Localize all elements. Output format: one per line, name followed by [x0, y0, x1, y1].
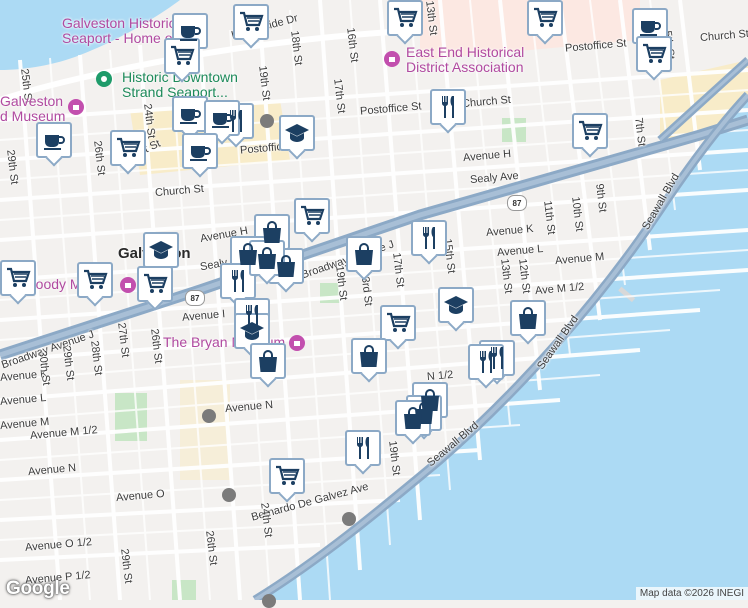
coffee-icon: [176, 100, 204, 128]
cart-icon: [384, 309, 412, 337]
coffee-icon: [208, 104, 236, 132]
grocery-pin[interactable]: [110, 130, 146, 166]
fork-knife-icon: [224, 267, 252, 295]
shopping-pin[interactable]: [351, 338, 387, 374]
school-pin[interactable]: [279, 115, 315, 151]
cafe-pin[interactable]: [632, 8, 668, 44]
restaurant-pin[interactable]: [468, 344, 504, 380]
coffee-icon: [176, 17, 204, 45]
bag-icon: [258, 218, 286, 246]
grocery-pin[interactable]: [137, 266, 173, 302]
cafe-pin[interactable]: [172, 96, 208, 132]
restaurant-pin[interactable]: [411, 220, 447, 256]
shopping-pin[interactable]: [250, 343, 286, 379]
fork-knife-icon: [415, 224, 443, 252]
bag-icon: [514, 304, 542, 332]
restaurant-pin[interactable]: [430, 89, 466, 125]
bag-icon: [253, 244, 281, 272]
school-pin[interactable]: [143, 232, 179, 268]
coffee-icon: [186, 137, 214, 165]
grocery-pin[interactable]: [387, 0, 423, 36]
coffee-icon: [636, 12, 664, 40]
cart-icon: [4, 264, 32, 292]
shopping-pin[interactable]: [249, 240, 285, 276]
school-icon: [238, 317, 266, 345]
bus-stop-icon[interactable]: [222, 488, 236, 502]
grocery-pin[interactable]: [527, 0, 563, 36]
cart-icon: [141, 270, 169, 298]
grocery-pin[interactable]: [233, 4, 269, 40]
grocery-pin[interactable]: [77, 262, 113, 298]
downtown-poi-icon[interactable]: [96, 71, 112, 87]
cart-icon: [531, 4, 559, 32]
museum-icon[interactable]: [120, 277, 136, 293]
hwy-87-shield: 87: [185, 290, 205, 306]
shopping-pin[interactable]: [346, 236, 382, 272]
school-pin[interactable]: [234, 313, 270, 349]
cart-icon: [114, 134, 142, 162]
map-canvas[interactable]: [0, 0, 748, 600]
grocery-pin[interactable]: [636, 36, 672, 72]
grocery-pin[interactable]: [294, 198, 330, 234]
cart-icon: [298, 202, 326, 230]
bag-icon: [399, 404, 427, 432]
grocery-pin[interactable]: [269, 458, 305, 494]
fork-knife-icon: [434, 93, 462, 121]
grocery-pin[interactable]: [164, 38, 200, 74]
cart-icon: [237, 8, 265, 36]
cafe-pin[interactable]: [182, 133, 218, 169]
cart-icon: [640, 40, 668, 68]
google-logo: Google: [6, 578, 70, 599]
restaurant-pin[interactable]: [345, 430, 381, 466]
bus-stop-icon[interactable]: [202, 409, 216, 423]
bus-stop-icon[interactable]: [342, 512, 356, 526]
map-attribution[interactable]: Map data ©2026 INEGI: [635, 587, 748, 600]
shopping-pin[interactable]: [510, 300, 546, 336]
museum-icon[interactable]: [384, 51, 400, 67]
school-icon: [147, 236, 175, 264]
fork-knife-icon: [472, 348, 500, 376]
cafe-pin[interactable]: [204, 100, 240, 136]
grocery-pin[interactable]: [380, 305, 416, 341]
cart-icon: [168, 42, 196, 70]
bag-icon: [350, 240, 378, 268]
cart-icon: [576, 117, 604, 145]
school-icon: [283, 119, 311, 147]
grocery-pin[interactable]: [0, 260, 36, 296]
coffee-icon: [40, 126, 68, 154]
museum-icon[interactable]: [68, 99, 84, 115]
bus-stop-icon[interactable]: [262, 594, 276, 608]
cart-icon: [391, 4, 419, 32]
hwy-87-shield: 87: [507, 195, 527, 211]
fork-knife-icon: [349, 434, 377, 462]
cafe-pin[interactable]: [36, 122, 72, 158]
museum-icon[interactable]: [289, 335, 305, 351]
bus-stop-icon[interactable]: [260, 114, 274, 128]
restaurant-pin[interactable]: [220, 263, 256, 299]
bag-icon: [355, 342, 383, 370]
cart-icon: [273, 462, 301, 490]
cart-icon: [81, 266, 109, 294]
school-pin[interactable]: [438, 287, 474, 323]
bag-icon: [254, 347, 282, 375]
school-icon: [442, 291, 470, 319]
grocery-pin[interactable]: [572, 113, 608, 149]
shopping-pin[interactable]: [395, 400, 431, 436]
